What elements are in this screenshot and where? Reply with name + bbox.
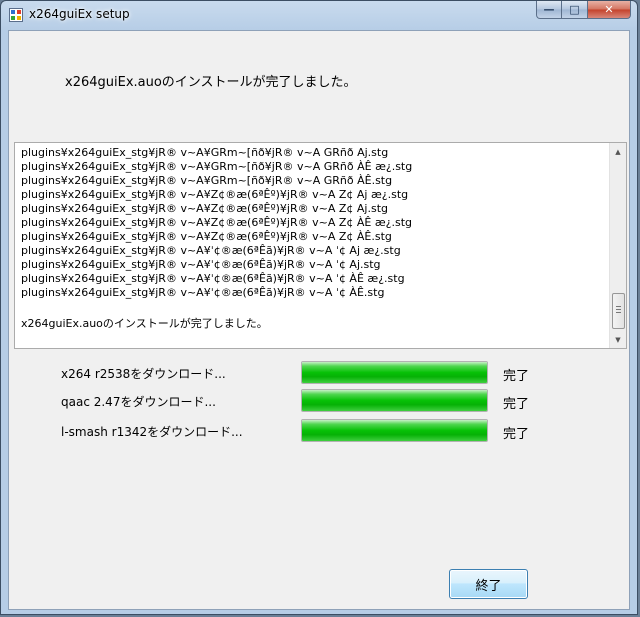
close-icon: ✕: [604, 3, 614, 16]
finish-button[interactable]: 終了: [449, 569, 528, 599]
download-status: 完了: [503, 369, 530, 384]
download-status: 完了: [503, 427, 530, 442]
log-line: plugins¥x264guiEx_stg¥jR® v~A¥ˈ¢®æ(6ªÊã)…: [21, 272, 405, 285]
client-area: x264guiEx.auoのインストールが完了しました。 plugins¥x26…: [8, 30, 630, 610]
download-label: x264 r2538をダウンロード...: [61, 367, 226, 381]
install-complete-message: x264guiEx.auoのインストールが完了しました。: [65, 75, 357, 90]
chevron-up-icon: ▲: [615, 147, 621, 156]
log-line: plugins¥x264guiEx_stg¥jR® v~A¥Z¢®æ(6ªÊº)…: [21, 216, 413, 229]
log-lines: plugins¥x264guiEx_stg¥jR® v~A¥GRm~[ñð¥jR…: [21, 146, 611, 300]
log-scrollbar[interactable]: ▲ ▼: [609, 143, 626, 348]
scroll-thumb[interactable]: [612, 293, 625, 329]
log-line: plugins¥x264guiEx_stg¥jR® v~A¥Z¢®æ(6ªÊº)…: [21, 230, 392, 243]
download-label: l-smash r1342をダウンロード...: [61, 425, 243, 439]
install-log[interactable]: plugins¥x264guiEx_stg¥jR® v~A¥GRm~[ñð¥jR…: [14, 142, 627, 349]
progress-fill: [302, 362, 487, 383]
log-line: plugins¥x264guiEx_stg¥jR® v~A¥GRm~[ñð¥jR…: [21, 160, 413, 173]
progress-fill: [302, 390, 487, 411]
download-row-qaac: qaac 2.47をダウンロード... 完了: [9, 389, 609, 413]
log-line: plugins¥x264guiEx_stg¥jR® v~A¥GRm~[ñð¥jR…: [21, 174, 393, 187]
log-line: plugins¥x264guiEx_stg¥jR® v~A¥Z¢®æ(6ªÊº)…: [21, 188, 409, 201]
download-progress-bar: [301, 361, 488, 384]
scroll-down-button[interactable]: ▼: [610, 331, 626, 348]
download-label: qaac 2.47をダウンロード...: [61, 395, 216, 409]
progress-fill: [302, 420, 487, 441]
maximize-button[interactable]: □: [562, 1, 588, 19]
download-row-lsmash: l-smash r1342をダウンロード... 完了: [9, 419, 609, 443]
download-status: 完了: [503, 397, 530, 412]
scroll-up-button[interactable]: ▲: [610, 143, 626, 160]
minimize-icon: —: [543, 3, 555, 16]
caption-buttons: — □ ✕: [536, 1, 631, 20]
title-bar[interactable]: x264guiEx setup — □ ✕: [1, 1, 637, 29]
log-line: plugins¥x264guiEx_stg¥jR® v~A¥Z¢®æ(6ªÊº)…: [21, 202, 389, 215]
download-progress-bar: [301, 389, 488, 412]
chevron-down-icon: ▼: [615, 335, 621, 344]
download-progress-bar: [301, 419, 488, 442]
log-line: plugins¥x264guiEx_stg¥jR® v~A¥ˈ¢®æ(6ªÊã)…: [21, 244, 401, 257]
log-final-line: x264guiEx.auoのインストールが完了しました。: [21, 317, 268, 330]
minimize-button[interactable]: —: [536, 1, 562, 19]
setup-window: x264guiEx setup — □ ✕ x264guiEx.auoのインスト…: [0, 0, 638, 615]
window-title: x264guiEx setup: [29, 7, 130, 21]
log-line: plugins¥x264guiEx_stg¥jR® v~A¥ˈ¢®æ(6ªÊã)…: [21, 286, 385, 299]
download-row-x264: x264 r2538をダウンロード... 完了: [9, 361, 609, 385]
app-window-icon: [9, 8, 23, 22]
close-button[interactable]: ✕: [588, 1, 631, 19]
log-line: plugins¥x264guiEx_stg¥jR® v~A¥GRm~[ñð¥jR…: [21, 146, 389, 159]
log-line: plugins¥x264guiEx_stg¥jR® v~A¥ˈ¢®æ(6ªÊã)…: [21, 258, 381, 271]
maximize-icon: □: [569, 3, 580, 16]
grip-icon: [616, 306, 621, 314]
